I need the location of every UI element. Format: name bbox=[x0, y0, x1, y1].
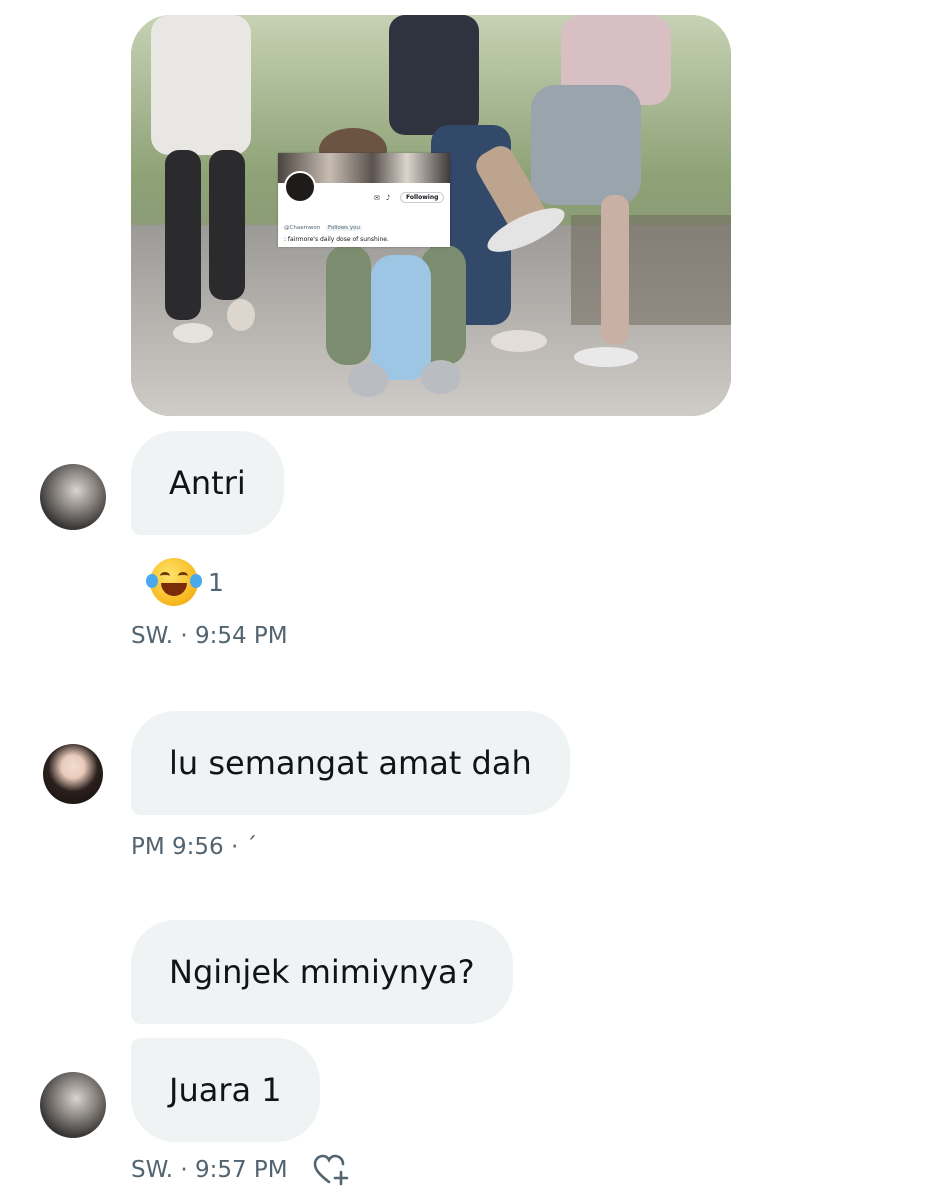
avatar[interactable] bbox=[40, 464, 106, 530]
profile-card-overlay: ✉ ♪ Following @Chaemwon Follows you : fa… bbox=[278, 153, 450, 247]
tears-of-joy-emoji-icon bbox=[146, 558, 202, 606]
mail-icon[interactable]: ✉ bbox=[374, 194, 380, 202]
avatar[interactable] bbox=[40, 1072, 106, 1138]
message-bubble[interactable]: Antri bbox=[131, 431, 284, 535]
message-meta: SW. · 9:57 PM bbox=[131, 1157, 288, 1183]
message-bubble[interactable]: Juara 1 bbox=[131, 1038, 320, 1142]
message-bubble[interactable]: lu semangat amat dah bbox=[131, 711, 570, 815]
image-message[interactable]: ✉ ♪ Following @Chaemwon Follows you : fa… bbox=[131, 15, 731, 416]
message-text: lu semangat amat dah bbox=[169, 744, 532, 782]
following-button[interactable]: Following bbox=[400, 192, 445, 203]
reaction-badge[interactable]: 1 bbox=[146, 558, 224, 606]
message-meta: PM 9:56 · ´ bbox=[131, 834, 258, 860]
profile-handle: @Chaemwon bbox=[284, 225, 321, 231]
heart-plus-icon[interactable] bbox=[312, 1153, 350, 1187]
profile-avatar bbox=[284, 171, 316, 203]
profile-bio: : fairmore's daily dose of sunshine. bbox=[284, 236, 389, 243]
message-text: Antri bbox=[169, 464, 246, 502]
message-meta: SW. · 9:54 PM bbox=[131, 623, 288, 649]
message-bubble[interactable]: Nginjek mimiynya? bbox=[131, 920, 513, 1024]
reaction-count: 1 bbox=[208, 567, 224, 597]
follows-you-badge: Follows you bbox=[326, 225, 362, 231]
notification-bell-icon[interactable]: ♪ bbox=[386, 194, 390, 202]
avatar[interactable] bbox=[43, 744, 103, 804]
message-text: Juara 1 bbox=[169, 1071, 282, 1109]
message-text: Nginjek mimiynya? bbox=[169, 953, 475, 991]
